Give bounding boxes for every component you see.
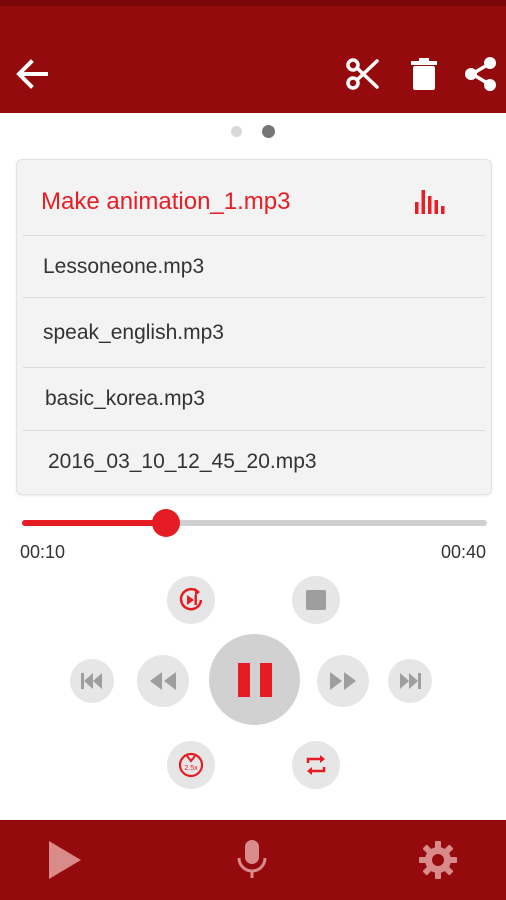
playlist-item[interactable]: Lessoneone.mp3 — [23, 236, 485, 298]
pause-icon — [237, 662, 272, 697]
nav-record-tab[interactable] — [226, 834, 278, 886]
back-button[interactable] — [10, 52, 54, 96]
cut-button[interactable] — [340, 52, 384, 96]
play-tab-icon — [49, 841, 81, 879]
skip-next-icon — [400, 673, 421, 689]
back-arrow-icon — [16, 59, 48, 89]
playlist-item[interactable]: 2016_03_10_12_45_20.mp3 — [23, 431, 485, 493]
playlist-item-current[interactable]: Make animation_1.mp3 — [23, 168, 485, 236]
playlist-item[interactable]: basic_korea.mp3 — [23, 368, 485, 431]
share-icon — [465, 57, 496, 91]
total-time: 00:40 — [440, 542, 486, 562]
bottom-navigation — [0, 820, 506, 900]
equalizer-icon — [415, 190, 445, 214]
stop-icon — [306, 590, 326, 610]
next-button[interactable] — [388, 659, 432, 703]
settings-gear-icon — [419, 841, 457, 879]
page-indicator — [0, 125, 506, 142]
microphone-icon — [237, 840, 267, 878]
share-button[interactable] — [458, 52, 502, 96]
seek-bar[interactable] — [22, 505, 487, 541]
playback-speed-button[interactable]: 2.5x — [167, 741, 215, 789]
nav-player-tab[interactable] — [38, 834, 90, 886]
repeat-button[interactable] — [292, 741, 340, 789]
repeat-icon — [306, 755, 326, 775]
nav-settings-tab[interactable] — [412, 834, 464, 886]
pause-button[interactable] — [209, 634, 300, 725]
status-strip — [0, 0, 506, 6]
repeat-one-button[interactable] — [167, 576, 215, 624]
speed-label: 2.5x — [184, 765, 198, 772]
trash-icon — [411, 58, 437, 90]
skip-previous-icon — [81, 673, 102, 689]
repeat-play-icon — [179, 587, 203, 611]
stop-button[interactable] — [292, 576, 340, 624]
rewind-icon — [150, 672, 176, 690]
rewind-button[interactable] — [137, 655, 189, 707]
scissors-icon — [346, 58, 379, 90]
fast-forward-button[interactable] — [317, 655, 369, 707]
delete-button[interactable] — [402, 52, 446, 96]
top-app-bar — [0, 0, 506, 113]
elapsed-time: 00:10 — [20, 542, 66, 562]
previous-button[interactable] — [70, 659, 114, 703]
fast-forward-icon — [330, 672, 356, 690]
current-track-title: Make animation_1.mp3 — [41, 187, 291, 215]
playlist-item[interactable]: speak_english.mp3 — [23, 298, 485, 368]
seek-progress — [22, 520, 167, 526]
speed-icon: 2.5x — [178, 752, 204, 778]
page-dot-1[interactable] — [231, 126, 242, 137]
seek-thumb[interactable] — [152, 509, 181, 537]
page-dot-2[interactable] — [262, 125, 275, 138]
playlist-card: Make animation_1.mp3 Lessoneone.mp3 spea… — [16, 159, 492, 495]
